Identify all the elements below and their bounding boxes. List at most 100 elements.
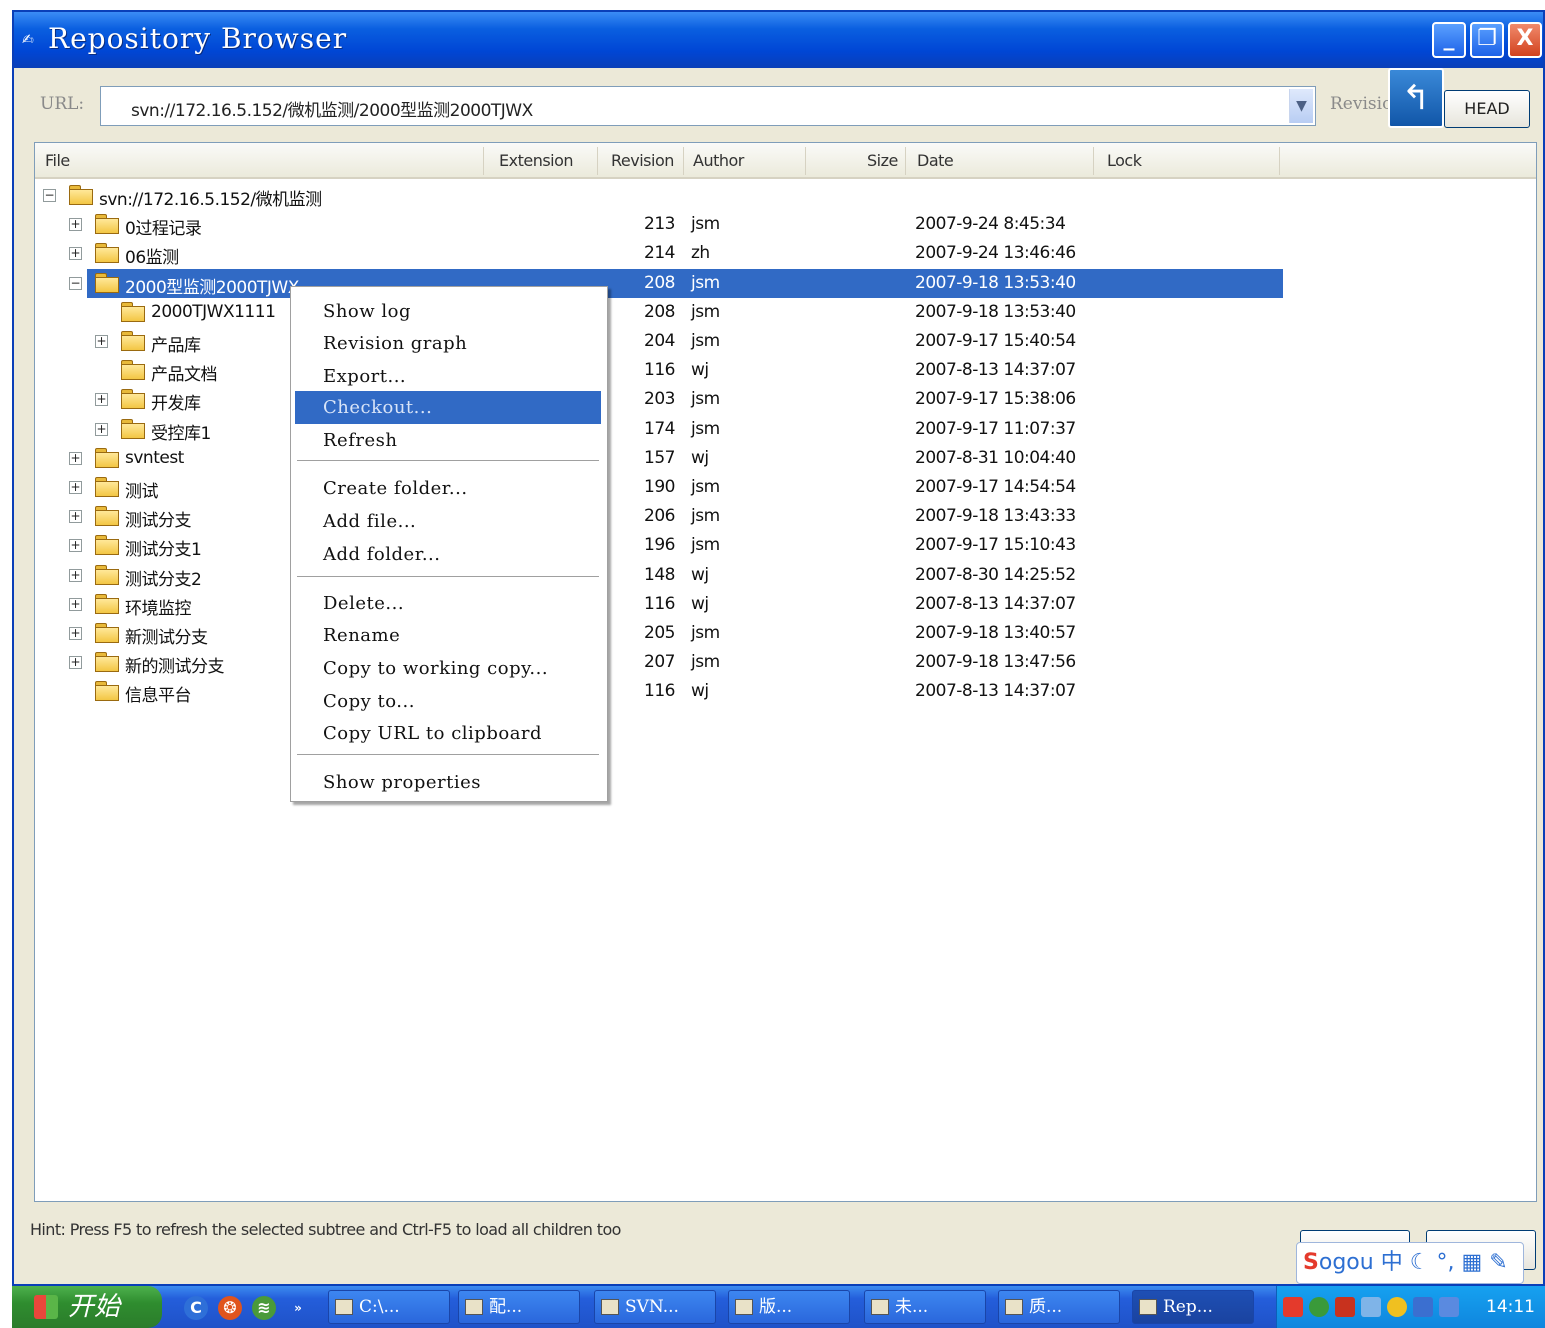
column-divider[interactable]	[1093, 147, 1094, 175]
column-date[interactable]: Date	[917, 151, 954, 170]
tree-item-name[interactable]: 2000TJWX1111	[151, 302, 276, 322]
column-revision[interactable]: Revision	[611, 151, 674, 170]
url-input[interactable]: svn://172.16.5.152/微机监测/2000型监测2000TJWX	[131, 96, 533, 121]
quicklaunch-browser-icon[interactable]: ❂	[218, 1296, 242, 1320]
expand-toggle[interactable]: +	[95, 422, 108, 436]
menu-item-add-folder[interactable]: Add folder...	[295, 538, 601, 571]
taskbar-button[interactable]: Rep...	[1132, 1290, 1254, 1324]
tree-row[interactable]: + 产品库 204 jsm 2007-9-17 15:40:54	[35, 327, 1536, 356]
wrench-icon[interactable]: ✎	[1489, 1250, 1507, 1275]
ime-status[interactable]: 中	[1381, 1250, 1403, 1275]
column-divider[interactable]	[683, 147, 684, 175]
tree-item-name[interactable]: 06监测	[125, 243, 179, 268]
start-button[interactable]: 开始	[12, 1286, 162, 1328]
taskbar-button[interactable]: 未...	[864, 1290, 986, 1324]
tree-row[interactable]: + 新测试分支 205 jsm 2007-9-18 13:40:57	[35, 619, 1536, 648]
quicklaunch-more-icon[interactable]: »	[286, 1296, 310, 1320]
tree-item-name[interactable]: 信息平台	[125, 681, 192, 706]
sogou-tray-icon[interactable]	[1283, 1297, 1303, 1317]
tree-row[interactable]: + 测试分支 206 jsm 2007-9-18 13:43:33	[35, 502, 1536, 531]
maximize-button[interactable]: ❐	[1470, 22, 1504, 58]
security-tray-icon[interactable]	[1413, 1297, 1433, 1317]
tree-item-name[interactable]: svn://172.16.5.152/微机监测	[99, 185, 322, 210]
quicklaunch-c-icon[interactable]: C	[184, 1296, 208, 1320]
menu-item-delete[interactable]: Delete...	[295, 587, 601, 620]
tree-row[interactable]: + 受控库1 174 jsm 2007-9-17 11:07:37	[35, 415, 1536, 444]
moon-icon[interactable]: ☾	[1410, 1250, 1430, 1275]
tree-row[interactable]: + 开发库 203 jsm 2007-9-17 15:38:06	[35, 385, 1536, 414]
column-divider[interactable]	[1279, 147, 1280, 175]
tree-row[interactable]: + 测试 190 jsm 2007-9-17 14:54:54	[35, 473, 1536, 502]
tree-item-name[interactable]: 开发库	[151, 389, 201, 414]
app-tray-icon[interactable]	[1335, 1297, 1355, 1317]
menu-item-revision-graph[interactable]: Revision graph	[295, 327, 601, 360]
tree-row[interactable]: 2000TJWX1111 208 jsm 2007-9-18 13:53:40	[35, 298, 1536, 327]
tree-item-name[interactable]: 新的测试分支	[125, 652, 225, 677]
tree-item-name[interactable]: 环境监控	[125, 594, 192, 619]
tree-row[interactable]: + 环境监控 116 wj 2007-8-13 14:37:07	[35, 590, 1536, 619]
tree-row[interactable]: + 测试分支2 148 wj 2007-8-30 14:25:52	[35, 561, 1536, 590]
expand-toggle[interactable]: +	[69, 247, 82, 261]
network-tray-icon[interactable]	[1309, 1297, 1329, 1317]
tree-item-name[interactable]: svntest	[125, 448, 184, 468]
column-divider[interactable]	[597, 147, 598, 175]
menu-item-export[interactable]: Export...	[295, 360, 601, 393]
column-divider[interactable]	[905, 147, 906, 175]
ime-toolbar[interactable]: Sogou 中 ☾ °, ▦ ✎	[1296, 1242, 1524, 1284]
tree-row[interactable]: + svntest 157 wj 2007-8-31 10:04:40	[35, 444, 1536, 473]
expand-toggle[interactable]: +	[69, 656, 82, 670]
collapse-toggle[interactable]: −	[69, 276, 82, 290]
column-extension[interactable]: Extension	[499, 151, 574, 170]
taskbar-button[interactable]: 版...	[728, 1290, 850, 1324]
tree-row[interactable]: − svn://172.16.5.152/微机监测	[35, 181, 1536, 210]
tree-row[interactable]: +06监测 214 zh 2007-9-24 13:46:46	[35, 239, 1536, 268]
menu-item-create-folder[interactable]: Create folder...	[295, 472, 601, 505]
menu-item-copy-to[interactable]: Copy to...	[295, 685, 601, 718]
tree-row[interactable]: + 测试分支1 196 jsm 2007-9-17 15:10:43	[35, 531, 1536, 560]
title-bar[interactable]: ✍ Repository Browser _ ❐ X	[14, 12, 1543, 68]
minimize-button[interactable]: _	[1432, 22, 1466, 58]
tree-row[interactable]: +0过程记录 213 jsm 2007-9-24 8:45:34	[35, 210, 1536, 239]
close-button[interactable]: X	[1508, 22, 1542, 58]
expand-toggle[interactable]: +	[69, 510, 82, 524]
revision-head-button[interactable]: HEAD	[1444, 90, 1530, 128]
tree-row[interactable]: − 2000型监测2000TJWX 208 jsm 2007-9-18 13:53:40	[35, 268, 1536, 298]
punctuation-icon[interactable]: °,	[1436, 1250, 1454, 1275]
column-file[interactable]: File	[45, 151, 70, 170]
column-size[interactable]: Size	[867, 151, 898, 170]
taskbar-button[interactable]: 质...	[998, 1290, 1120, 1324]
menu-item-copy-url-to-clipboard[interactable]: Copy URL to clipboard	[295, 717, 601, 750]
menu-item-show-properties[interactable]: Show properties	[295, 766, 601, 799]
tree-item-name[interactable]: 2000型监测2000TJWX	[125, 273, 299, 298]
collapse-toggle[interactable]: −	[43, 189, 56, 202]
expand-toggle[interactable]: +	[69, 597, 82, 611]
expand-toggle[interactable]: +	[69, 451, 82, 465]
column-divider[interactable]	[483, 147, 484, 175]
menu-item-copy-to-working-copy[interactable]: Copy to working copy...	[295, 652, 601, 685]
taskbar-button[interactable]: SVN...	[594, 1290, 716, 1324]
tree-item-name[interactable]: 测试分支1	[125, 535, 202, 560]
column-divider[interactable]	[805, 147, 806, 175]
tree-row[interactable]: 产品文档 116 wj 2007-8-13 14:37:07	[35, 356, 1536, 385]
expand-toggle[interactable]: +	[95, 393, 108, 407]
tree-item-name[interactable]: 测试	[125, 477, 159, 502]
chevron-down-icon[interactable]: ▼	[1289, 89, 1313, 123]
volume-tray-icon[interactable]	[1361, 1297, 1381, 1317]
tree-item-name[interactable]: 受控库1	[151, 419, 211, 444]
expand-toggle[interactable]: +	[69, 539, 82, 553]
qq-tray-icon[interactable]	[1387, 1297, 1407, 1317]
repository-tree-list[interactable]: File Extension Revision Author Size Date…	[34, 142, 1537, 1202]
url-combobox[interactable]: svn://172.16.5.152/微机监测/2000型监测2000TJWX …	[100, 86, 1316, 126]
menu-item-refresh[interactable]: Refresh	[295, 424, 601, 457]
tree-item-name[interactable]: 测试分支	[125, 506, 192, 531]
tree-row[interactable]: 信息平台 116 wj 2007-8-13 14:37:07	[35, 677, 1536, 706]
menu-item-add-file[interactable]: Add file...	[295, 505, 601, 538]
taskbar-button[interactable]: C:\...	[328, 1290, 450, 1324]
tree-item-name[interactable]: 产品文档	[151, 360, 218, 385]
tree-item-name[interactable]: 产品库	[151, 331, 201, 356]
column-author[interactable]: Author	[693, 151, 744, 170]
menu-item-rename[interactable]: Rename	[295, 619, 601, 652]
tree-item-name[interactable]: 测试分支2	[125, 565, 202, 590]
expand-toggle[interactable]: +	[95, 335, 108, 348]
tree-item-name[interactable]: 新测试分支	[125, 623, 208, 648]
